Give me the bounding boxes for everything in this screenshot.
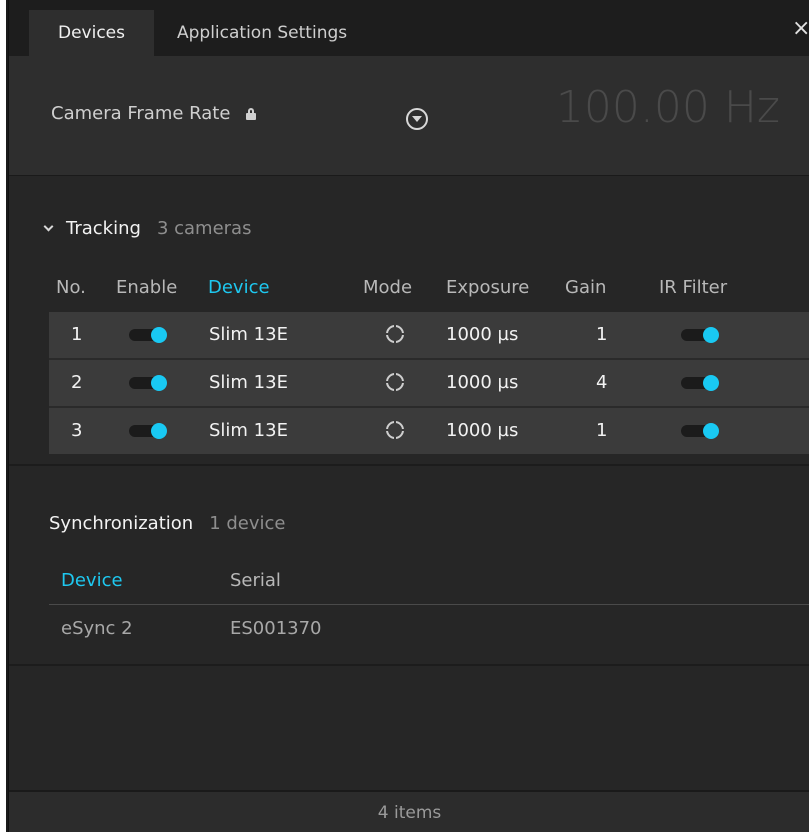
gain-value[interactable]: 1 (596, 324, 607, 345)
frame-rate-label-text: Camera Frame Rate (51, 103, 231, 124)
device-name: Slim 13E (209, 324, 288, 345)
exposure-value[interactable]: 1000 µs (446, 324, 518, 345)
tracking-title: Tracking (66, 218, 141, 239)
ir-filter-toggle[interactable] (681, 375, 719, 391)
devices-panel: Devices Application Settings × Camera Fr… (8, 0, 809, 832)
row-number: 3 (71, 420, 83, 441)
exposure-value[interactable]: 1000 µs (446, 420, 518, 441)
lock-icon (246, 108, 257, 120)
ir-filter-toggle[interactable] (681, 423, 719, 439)
tracking-divider (9, 464, 809, 466)
tab-bar: Devices Application Settings × (9, 0, 809, 56)
table-row[interactable]: 2 Slim 13E 1000 µs 4 (49, 360, 809, 406)
column-device[interactable]: Device (208, 277, 270, 298)
tracking-table-header: No. Enable Device Mode Exposure Gain IR … (9, 277, 809, 303)
column-ir-filter[interactable]: IR Filter (659, 277, 727, 298)
frame-rate-label: Camera Frame Rate (51, 103, 257, 124)
synchronization-title: Synchronization (49, 513, 194, 534)
item-count: 4 items (377, 803, 442, 823)
synchronization-divider (9, 664, 809, 666)
column-enable[interactable]: Enable (116, 277, 177, 298)
table-row[interactable]: 1 Slim 13E 1000 µs 1 (49, 312, 809, 358)
column-sync-device[interactable]: Device (61, 570, 123, 591)
tab-devices[interactable]: Devices (29, 10, 154, 56)
synchronization-count: 1 device (209, 513, 286, 534)
row-number: 1 (71, 324, 83, 345)
device-name: Slim 13E (209, 420, 288, 441)
chevron-down-icon (43, 221, 54, 232)
crosshair-icon[interactable] (384, 371, 406, 393)
crosshair-icon[interactable] (384, 323, 406, 345)
expand-chevron-icon[interactable] (406, 108, 428, 130)
column-gain[interactable]: Gain (565, 277, 606, 298)
table-row[interactable]: 3 Slim 13E 1000 µs 1 (49, 408, 809, 454)
status-bar: 4 items (9, 790, 809, 832)
column-exposure[interactable]: Exposure (446, 277, 529, 298)
enable-toggle[interactable] (129, 375, 167, 391)
column-no[interactable]: No. (56, 277, 86, 298)
synchronization-section-header[interactable]: Synchronization 1 device (49, 513, 286, 534)
gain-value[interactable]: 1 (596, 420, 607, 441)
close-icon[interactable]: × (792, 14, 809, 44)
synchronization-header-line (49, 604, 809, 605)
sync-serial: ES001370 (230, 618, 322, 639)
enable-toggle[interactable] (129, 327, 167, 343)
gain-value[interactable]: 4 (596, 372, 607, 393)
crosshair-icon[interactable] (384, 419, 406, 441)
exposure-value[interactable]: 1000 µs (446, 372, 518, 393)
tracking-count: 3 cameras (156, 218, 252, 239)
enable-toggle[interactable] (129, 423, 167, 439)
column-mode[interactable]: Mode (363, 277, 412, 298)
frame-rate-value[interactable]: 100.00 Hz (556, 82, 780, 133)
sync-device-name: eSync 2 (61, 618, 133, 639)
tab-application-settings[interactable]: Application Settings (177, 10, 347, 56)
tracking-section-header[interactable]: Tracking 3 cameras (39, 218, 251, 239)
column-serial[interactable]: Serial (230, 570, 281, 591)
ir-filter-toggle[interactable] (681, 327, 719, 343)
device-name: Slim 13E (209, 372, 288, 393)
row-number: 2 (71, 372, 83, 393)
